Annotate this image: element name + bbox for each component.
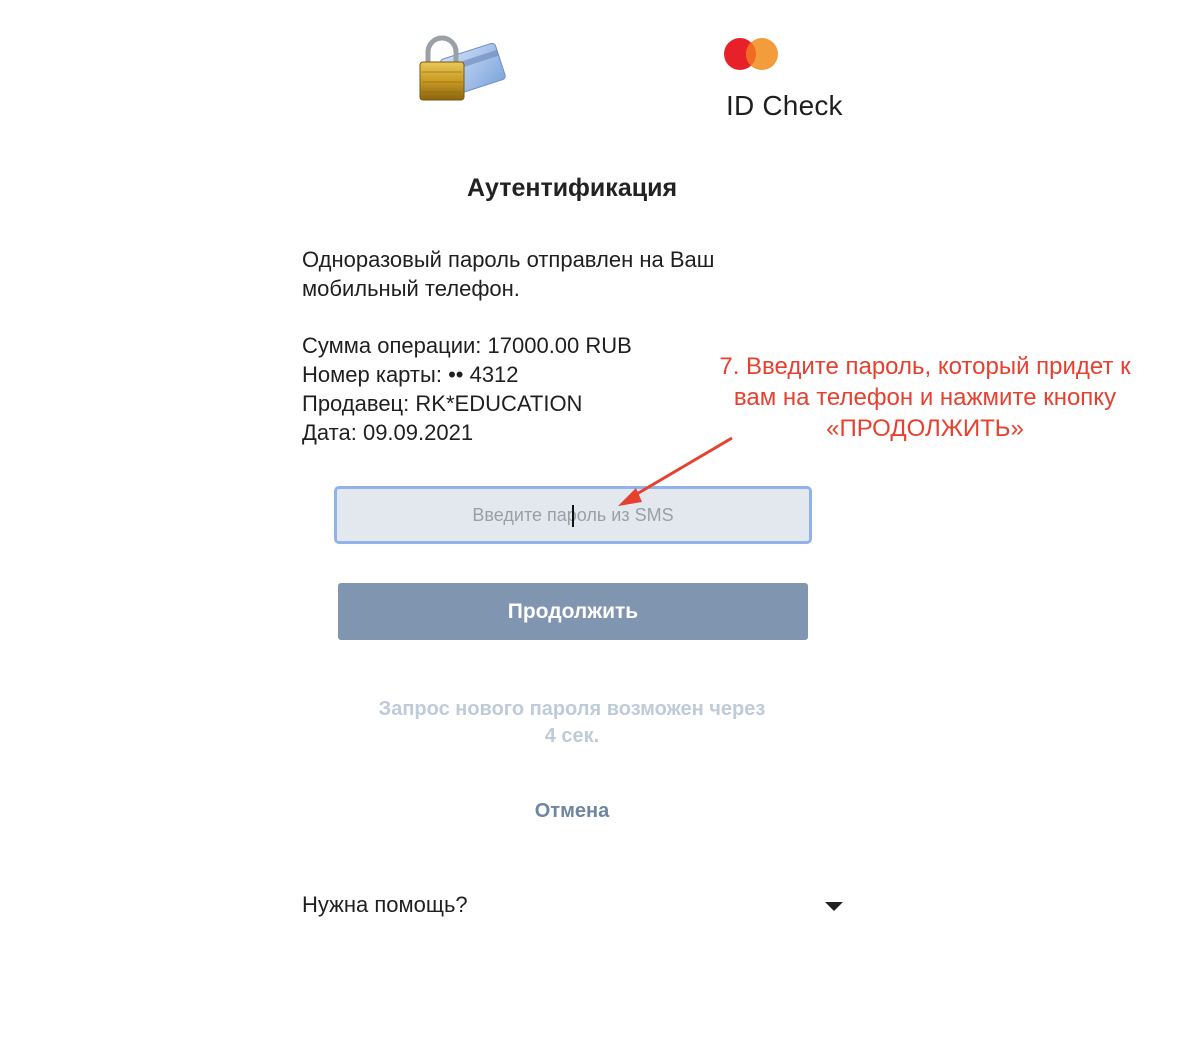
caret-down-icon bbox=[825, 902, 843, 911]
message-line: Одноразовый пароль отправлен на Ваш bbox=[302, 247, 715, 272]
detail-label: Номер карты: bbox=[302, 362, 442, 387]
resend-text: Запрос нового пароля возможен через bbox=[378, 698, 766, 720]
detail-value: •• 4312 bbox=[448, 362, 519, 387]
resend-timer: Запрос нового пароля возможен через 4 се… bbox=[340, 696, 804, 750]
mastercard-icon bbox=[724, 38, 778, 70]
id-check-label: ID Check bbox=[726, 90, 843, 121]
page-title: Аутентификация bbox=[466, 174, 678, 202]
detail-label: Сумма операции: bbox=[302, 333, 482, 358]
help-label: Нужна помощь? bbox=[302, 892, 468, 917]
detail-value: RK*EDUCATION bbox=[415, 391, 583, 416]
detail-value: 09.09.2021 bbox=[362, 420, 474, 445]
cancel-link[interactable]: Отмена bbox=[0, 800, 1144, 823]
annotation-line: 7. Введите пароль, который придет к bbox=[719, 353, 1131, 380]
detail-value: 17000.00 RUB bbox=[487, 333, 632, 358]
instruction-annotation: 7. Введите пароль, который придет к вам … bbox=[690, 351, 1160, 444]
message-line: мобильный телефон. bbox=[302, 276, 520, 301]
annotation-arrow-icon bbox=[618, 436, 733, 506]
detail-label: Продавец: bbox=[302, 391, 410, 416]
text-cursor bbox=[572, 505, 574, 527]
resend-countdown: 4 сек. bbox=[544, 725, 600, 747]
padlock-card-icon bbox=[419, 35, 506, 101]
detail-label: Дата: bbox=[302, 420, 357, 445]
annotation-line: вам на телефон и нажмите кнопку bbox=[733, 384, 1117, 411]
auth-page: ID Check Аутентификация Одноразовый паро… bbox=[0, 0, 1200, 1050]
annotation-line: «ПРОДОЛЖИТЬ» bbox=[826, 415, 1024, 442]
help-toggle[interactable]: Нужна помощь? bbox=[302, 890, 847, 924]
continue-button[interactable]: Продолжить bbox=[338, 583, 808, 640]
